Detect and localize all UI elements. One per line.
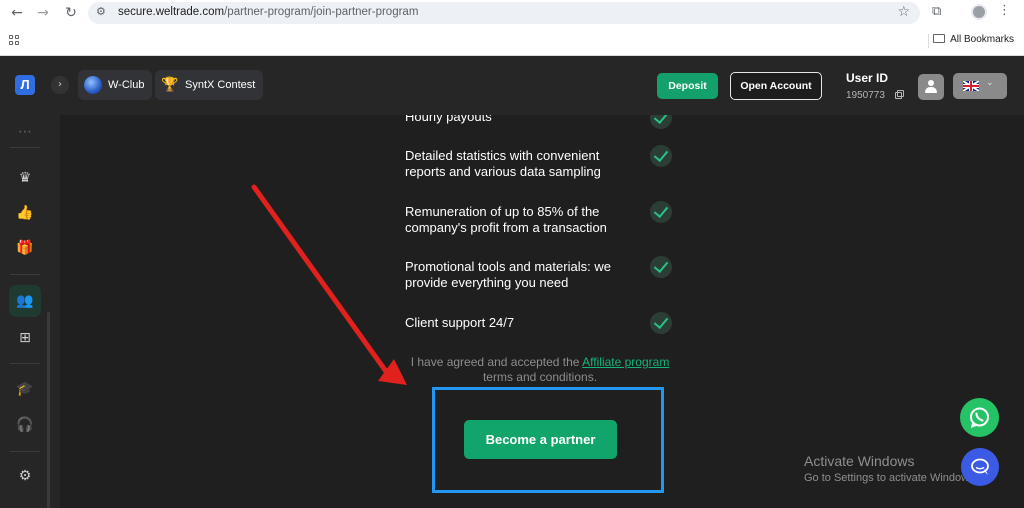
open-account-button[interactable]: Open Account xyxy=(730,72,822,100)
copy-icon[interactable] xyxy=(895,90,905,100)
bookmark-star-icon[interactable]: ☆ xyxy=(897,4,910,20)
more-icon[interactable]: ⋯ xyxy=(16,123,34,141)
browser-chrome: ← → ↻ ⚙ secure.weltrade.com/partner-prog… xyxy=(0,0,1024,56)
user-id-value: 1950773 xyxy=(846,90,885,101)
extensions-icon[interactable]: ⧉ xyxy=(932,4,941,19)
url-text: secure.weltrade.com/partner-program/join… xyxy=(118,6,419,18)
deposit-button[interactable]: Deposit xyxy=(657,73,718,99)
forward-icon[interactable]: → xyxy=(34,4,52,22)
partners-icon[interactable]: 👥 xyxy=(9,285,41,317)
language-selector[interactable]: ⌄ xyxy=(953,73,1007,99)
become-partner-button[interactable]: Become a partner xyxy=(464,420,617,459)
syntx-contest-button[interactable]: 🏆 SyntX Contest xyxy=(155,70,264,100)
check-icon xyxy=(650,312,672,334)
chat-support-button[interactable] xyxy=(961,448,999,486)
education-icon[interactable]: 🎓 xyxy=(16,380,34,398)
affiliate-program-link[interactable]: Affiliate program xyxy=(582,355,669,369)
uk-flag-icon xyxy=(963,81,979,91)
bookmarks-separator xyxy=(928,34,929,48)
reload-icon[interactable]: ↻ xyxy=(62,4,80,22)
check-icon xyxy=(650,256,672,278)
trophy-icon: 🏆 xyxy=(161,77,179,93)
sidebar-divider xyxy=(10,363,40,364)
sidebar-divider xyxy=(10,451,40,452)
check-icon xyxy=(650,145,672,167)
sidebar-scrollbar[interactable] xyxy=(47,312,50,508)
chevron-down-icon: ⌄ xyxy=(986,78,994,88)
gift-icon[interactable]: 🎁 xyxy=(16,239,34,257)
user-profile-button[interactable] xyxy=(918,74,944,100)
site-info-icon[interactable]: ⚙ xyxy=(96,5,110,19)
check-icon xyxy=(650,115,672,129)
back-icon[interactable]: ← xyxy=(8,4,26,22)
all-bookmarks[interactable]: All Bookmarks xyxy=(933,34,1014,45)
weltrade-logo[interactable]: Л xyxy=(15,75,35,95)
sidebar-expand-icon[interactable]: › xyxy=(51,76,69,94)
support-headset-icon[interactable]: 🎧 xyxy=(16,416,34,434)
wclub-globe-icon xyxy=(84,76,102,94)
crown-icon[interactable]: ♛ xyxy=(16,169,34,187)
chat-bubble-icon xyxy=(971,458,989,475)
address-bar[interactable]: ⚙ secure.weltrade.com/partner-program/jo… xyxy=(88,2,920,24)
thumbs-up-icon[interactable]: 👍 xyxy=(16,204,34,222)
sidebar-divider xyxy=(10,274,40,275)
whatsapp-button[interactable] xyxy=(960,398,999,437)
folder-icon xyxy=(933,34,946,43)
browser-menu-icon[interactable]: ⋮ xyxy=(998,3,1011,18)
main-content: Hourly payouts Detailed statistics with … xyxy=(60,115,1024,508)
activate-windows-title: Activate Windows xyxy=(804,453,915,469)
activate-windows-subtitle: Go to Settings to activate Windows. xyxy=(804,472,978,484)
whatsapp-icon xyxy=(970,407,989,428)
network-icon[interactable]: ⊞ xyxy=(16,329,34,347)
bookmarks-bar: All Bookmarks xyxy=(0,30,1024,52)
red-arrow-annotation xyxy=(251,184,407,385)
check-icon xyxy=(650,201,672,223)
app-header: Л › W-Club 🏆 SyntX Contest Deposit Open … xyxy=(0,57,1024,115)
user-icon xyxy=(928,80,934,86)
sidebar: ⋯ ♛ 👍 🎁 👥 ⊞ 🎓 🎧 ⚙ xyxy=(0,115,50,508)
profile-avatar[interactable] xyxy=(971,4,987,20)
apps-grid-icon[interactable] xyxy=(9,35,20,46)
wclub-button[interactable]: W-Club xyxy=(78,70,153,100)
user-id-label: User ID xyxy=(846,71,889,85)
sidebar-divider xyxy=(10,147,40,148)
settings-gear-icon[interactable]: ⚙ xyxy=(16,467,34,485)
